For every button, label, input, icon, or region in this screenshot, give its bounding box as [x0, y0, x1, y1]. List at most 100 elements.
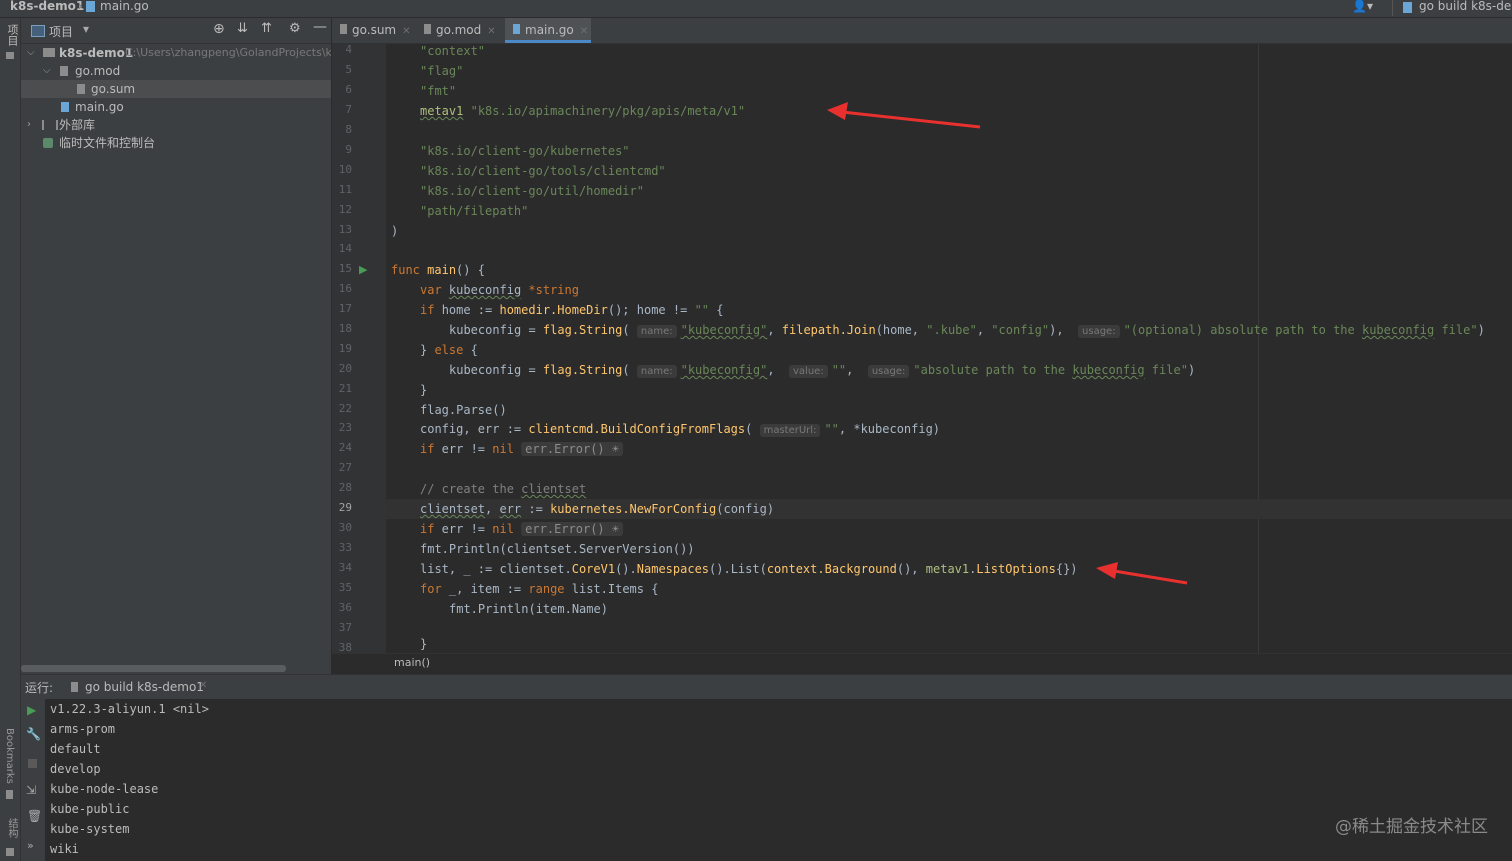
console-line: kube-public: [50, 802, 130, 816]
expand-all-icon[interactable]: ⇊: [237, 21, 248, 36]
line-number-gutter: 4 5 6 7 8 9 10 11 12 13 14 15 16 17 18 19 20 21 22 23 24 27 28…: [332, 44, 386, 653]
line-number[interactable]: 35: [332, 581, 352, 594]
line-number[interactable]: 20: [332, 362, 352, 375]
project-breadcrumb[interactable]: k8s-demo1: [10, 0, 84, 17]
tab-go-sum[interactable]: go.sum ✕: [340, 18, 420, 43]
line-number[interactable]: 18: [332, 322, 352, 335]
tree-item-go-sum[interactable]: go.sum: [21, 80, 331, 98]
close-icon[interactable]: ✕: [487, 26, 495, 37]
tab-main-go[interactable]: main.go ✕: [505, 18, 591, 43]
line-number[interactable]: 15: [332, 262, 352, 275]
watermark: @稀土掘金技术社区: [1335, 817, 1488, 837]
line-number[interactable]: 5: [332, 63, 352, 76]
line-number[interactable]: 13: [332, 223, 352, 236]
bookmark-icon: [6, 790, 13, 799]
more-icon[interactable]: »: [27, 839, 34, 852]
line-number[interactable]: 10: [332, 163, 352, 176]
file-breadcrumb[interactable]: main.go: [100, 0, 149, 17]
console-line: arms-prom: [50, 722, 116, 736]
tree-label: main.go: [75, 100, 124, 114]
console-line: v1.22.3-aliyun.1 <nil>: [50, 702, 209, 716]
folder-icon: [43, 48, 55, 57]
left-tool-strip: 项目 Bookmarks 结构: [0, 18, 21, 861]
file-icon: [424, 24, 431, 34]
tree-item-k8s-demo1[interactable]: ⌵ k8s-demo1 C:\Users\zhangpeng\GolandPro…: [21, 44, 331, 62]
editor-tabs: go.sum ✕ go.mod ✕ main.go ✕: [332, 18, 1512, 44]
annotation-arrow-1: [841, 110, 981, 129]
tab-go-mod[interactable]: go.mod ✕: [424, 18, 504, 43]
tree-label: 临时文件和控制台: [59, 136, 156, 150]
line-number[interactable]: 23: [332, 421, 352, 434]
line-number[interactable]: 36: [332, 601, 352, 614]
project-panel-header: 项目 ▾ ⊕ ⇊ ⇈ ⚙ —: [21, 18, 331, 44]
tree-item-go-mod[interactable]: ⌵ go.mod: [21, 62, 331, 80]
line-number[interactable]: 17: [332, 302, 352, 315]
project-tree: ⌵ k8s-demo1 C:\Users\zhangpeng\GolandPro…: [21, 44, 331, 674]
line-number[interactable]: 9: [332, 143, 352, 156]
scroll-to-end-icon[interactable]: ⇲: [26, 783, 36, 797]
line-number[interactable]: 22: [332, 402, 352, 415]
user-icon[interactable]: 👤▾: [1352, 0, 1373, 17]
console-line: develop: [50, 762, 101, 776]
line-number[interactable]: 24: [332, 441, 352, 454]
line-number[interactable]: 4: [332, 44, 352, 56]
bookmarks-tool-label[interactable]: Bookmarks: [4, 728, 15, 784]
go-file-icon: [71, 682, 78, 692]
run-tab[interactable]: go build k8s-demo1 ✕: [65, 675, 215, 699]
go-file-icon: [86, 1, 95, 12]
collapse-all-icon[interactable]: ⇈: [261, 21, 272, 36]
line-number[interactable]: 14: [332, 242, 352, 255]
run-gutter-icon[interactable]: ▶: [359, 263, 367, 276]
wrench-icon[interactable]: 🔧: [26, 727, 41, 741]
run-console[interactable]: v1.22.3-aliyun.1 <nil> arms-prom default…: [46, 699, 1512, 861]
close-icon[interactable]: ✕: [199, 680, 207, 691]
tree-item-external-libs[interactable]: › 外部库: [21, 116, 331, 134]
trash-icon[interactable]: 🗑: [27, 809, 42, 823]
line-number[interactable]: 34: [332, 561, 352, 574]
line-number[interactable]: 21: [332, 382, 352, 395]
library-icon: [42, 120, 58, 130]
project-panel-title[interactable]: 项目: [49, 23, 73, 40]
line-number[interactable]: 37: [332, 621, 352, 634]
line-number[interactable]: 16: [332, 282, 352, 295]
tree-item-main-go[interactable]: main.go: [21, 98, 331, 116]
title-bar: k8s-demo1 › main.go 👤▾ go build k8s-dem: [0, 0, 1512, 18]
console-line: wiki: [50, 842, 79, 856]
line-number[interactable]: 12: [332, 203, 352, 216]
line-number[interactable]: 6: [332, 83, 352, 96]
line-number[interactable]: 30: [332, 521, 352, 534]
run-panel-label: 运行:: [25, 681, 54, 695]
function-breadcrumb[interactable]: main(): [394, 656, 430, 669]
project-tool-label[interactable]: 项目: [4, 24, 20, 46]
tab-label: go.mod: [436, 23, 482, 37]
line-number[interactable]: 33: [332, 541, 352, 554]
gear-icon[interactable]: ⚙: [289, 21, 301, 36]
locate-icon[interactable]: ⊕: [213, 21, 225, 37]
line-number[interactable]: 38: [332, 641, 352, 653]
line-number[interactable]: 8: [332, 123, 352, 136]
tree-item-scratches[interactable]: 临时文件和控制台: [21, 134, 331, 152]
annotation-arrow-2: [1113, 569, 1188, 585]
structure-tool-label[interactable]: 结构: [4, 818, 19, 838]
chevron-down-icon[interactable]: ⌵: [43, 62, 51, 80]
line-number[interactable]: 7: [332, 103, 352, 116]
run-config-selector[interactable]: go build k8s-dem: [1392, 0, 1512, 16]
line-number[interactable]: 29: [332, 501, 352, 514]
code-editor[interactable]: 💡 "context" "flag" "fmt" metav1 "k8s.io/…: [386, 44, 1512, 653]
scratches-icon: [43, 138, 53, 148]
line-number[interactable]: 27: [332, 461, 352, 474]
chevron-down-icon[interactable]: ▾: [83, 22, 89, 36]
chevron-right-icon[interactable]: ›: [27, 116, 31, 134]
stop-icon[interactable]: [28, 759, 37, 768]
go-file-icon: [61, 102, 69, 112]
horizontal-scrollbar[interactable]: [21, 665, 286, 672]
minimize-icon[interactable]: —: [313, 19, 327, 35]
close-icon[interactable]: ✕: [580, 26, 588, 37]
line-number[interactable]: 19: [332, 342, 352, 355]
close-icon[interactable]: ✕: [402, 26, 410, 37]
tree-label: k8s-demo1: [59, 46, 134, 60]
chevron-down-icon[interactable]: ⌵: [27, 44, 35, 62]
line-number[interactable]: 11: [332, 183, 352, 196]
line-number[interactable]: 28: [332, 481, 352, 494]
rerun-icon[interactable]: ▶: [27, 703, 36, 717]
